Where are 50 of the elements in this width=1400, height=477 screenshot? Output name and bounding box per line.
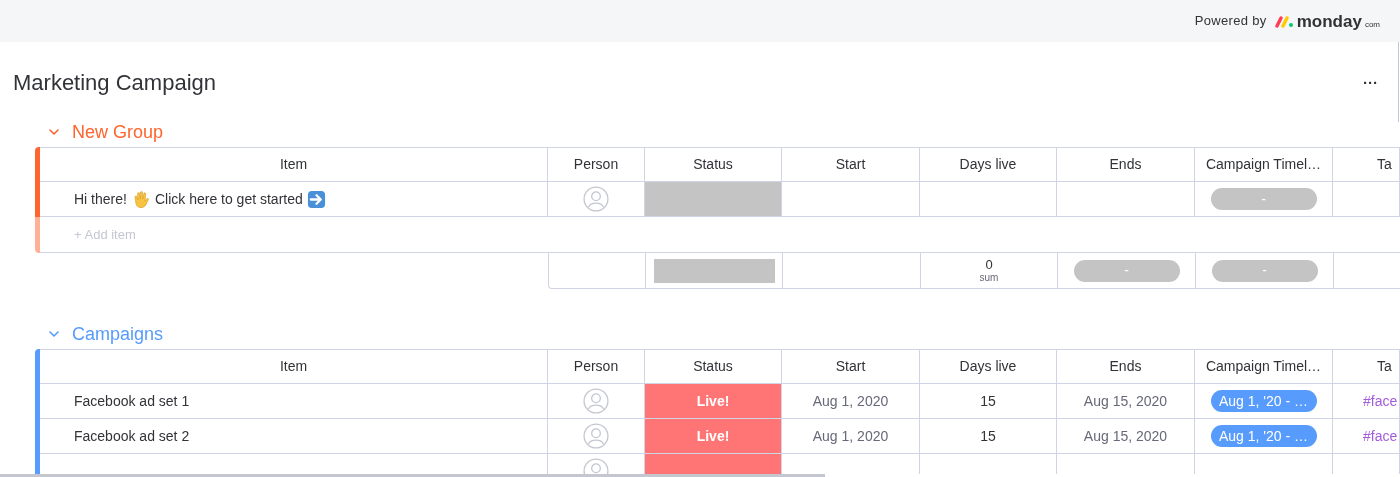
item-text[interactable]: Click here to get started	[154, 188, 303, 210]
column-header[interactable]: Person	[573, 356, 619, 377]
column-header[interactable]: Ta	[1377, 356, 1392, 377]
summary-pill: -	[1211, 259, 1318, 282]
column-header[interactable]: Campaign Timel…	[1205, 154, 1322, 175]
person-avatar-icon	[583, 186, 609, 212]
item-text[interactable]: Facebook ad set 1	[74, 390, 190, 412]
sum-label: sum	[979, 272, 999, 283]
status-label: Live!	[696, 391, 730, 411]
column-header[interactable]: Ta	[1377, 154, 1392, 175]
timeline-pill: Aug 1, '20 - …	[1210, 425, 1317, 447]
sum-value: 0	[985, 258, 993, 272]
tag-link[interactable]: #face	[1363, 425, 1398, 447]
column-header[interactable]: Status	[693, 356, 733, 377]
brand-name: monday	[1296, 12, 1362, 30]
cell-text: 15	[980, 426, 996, 446]
chevron-down-icon	[48, 328, 60, 340]
column-header[interactable]: Item	[279, 154, 308, 175]
logo-mark-icon	[1274, 13, 1294, 28]
powered-by-text: Powered by	[1194, 12, 1267, 31]
cell-text: Aug 15, 2020	[1083, 426, 1168, 446]
summary-pill: -	[1073, 259, 1180, 282]
item-text[interactable]: Facebook ad set 2	[74, 425, 190, 447]
chevron-down-icon	[48, 126, 60, 138]
item-text[interactable]: Hi there!	[74, 188, 127, 210]
column-header[interactable]: Days live	[959, 154, 1017, 175]
column-header[interactable]: Status	[693, 154, 733, 175]
tag-link[interactable]: #face	[1363, 390, 1398, 412]
status-cell[interactable]	[645, 182, 782, 216]
cell-text: 15	[980, 391, 996, 411]
cell-text: Aug 1, 2020	[812, 426, 889, 446]
column-header[interactable]: Campaign Timel…	[1205, 356, 1322, 377]
column-header[interactable]: Person	[573, 154, 619, 175]
person-avatar-icon	[583, 388, 609, 414]
timeline-pill: -	[1210, 188, 1317, 210]
cell-text: Aug 15, 2020	[1083, 391, 1168, 411]
person-avatar-icon	[583, 423, 609, 449]
column-header[interactable]: Item	[279, 356, 308, 377]
board-title: Marketing Campaign	[13, 68, 216, 97]
column-header[interactable]: Start	[835, 154, 866, 175]
column-header[interactable]: Ends	[1109, 356, 1142, 377]
scrollbar[interactable]	[0, 474, 825, 477]
more-menu-button[interactable]: ···	[1363, 74, 1378, 90]
status-label: Live!	[696, 426, 730, 446]
brand-suffix: com	[1364, 20, 1380, 29]
cell-text: Aug 1, 2020	[812, 391, 889, 411]
column-header[interactable]: Start	[835, 356, 866, 377]
timeline-pill: Aug 1, '20 - …	[1210, 390, 1317, 412]
column-header[interactable]: Ends	[1109, 154, 1142, 175]
column-header[interactable]: Days live	[959, 356, 1017, 377]
